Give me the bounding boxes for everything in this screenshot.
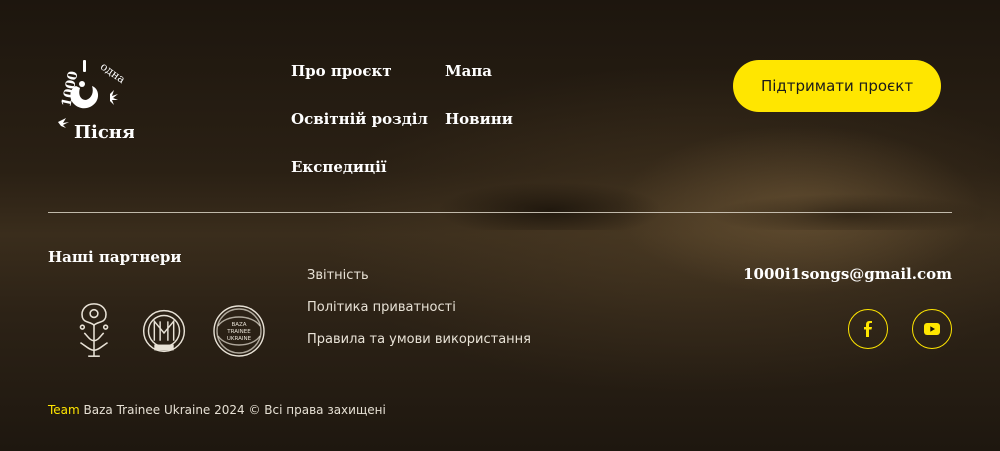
footer-divider	[48, 212, 952, 213]
baza-trainee-ukraine-logo-icon[interactable]: BAZA TRAINEE UKRAINE	[212, 300, 266, 362]
facebook-icon	[864, 321, 872, 337]
copyright-text: Team Baza Trainee Ukraine 2024 © Всі пра…	[48, 403, 386, 417]
nav-map-link[interactable]: Мапа	[445, 62, 492, 80]
nav-news-link[interactable]: Новини	[445, 110, 513, 128]
logo-text-bottom: Пісня	[74, 122, 134, 142]
folk-bird-logo-icon[interactable]: 1000 одна Пісня	[50, 58, 134, 142]
reports-link[interactable]: Звітність	[307, 268, 369, 283]
terms-of-use-link[interactable]: Правила та умови використання	[307, 332, 531, 347]
copyright-label: Baza Trainee Ukraine 2024 © Всі права за…	[79, 403, 386, 417]
baza-logo-word-2: TRAINEE	[226, 329, 251, 335]
ornament-emblem-icon[interactable]	[66, 300, 122, 362]
nav-expeditions-link[interactable]: Експедиції	[291, 158, 387, 176]
nav-about-link[interactable]: Про проєкт	[291, 62, 392, 80]
privacy-policy-link[interactable]: Політика приватності	[307, 300, 456, 315]
partners-title: Наші партнери	[48, 248, 182, 266]
youtube-button[interactable]	[912, 309, 952, 349]
youtube-icon	[924, 323, 940, 335]
tree-line-background	[430, 170, 1000, 230]
baza-logo-word-1: BAZA	[231, 322, 246, 328]
contact-email-link[interactable]: 1000i1songs@gmail.com	[743, 265, 952, 283]
svg-text:одна: одна	[98, 60, 128, 87]
team-label: Team	[48, 403, 80, 417]
facebook-button[interactable]	[848, 309, 888, 349]
support-project-button[interactable]: Підтримати проєкт	[733, 60, 941, 112]
nav-education-link[interactable]: Освітній розділ	[291, 110, 428, 128]
academy-seal-icon[interactable]	[136, 300, 192, 362]
baza-logo-word-3: UKRAINE	[227, 336, 252, 342]
